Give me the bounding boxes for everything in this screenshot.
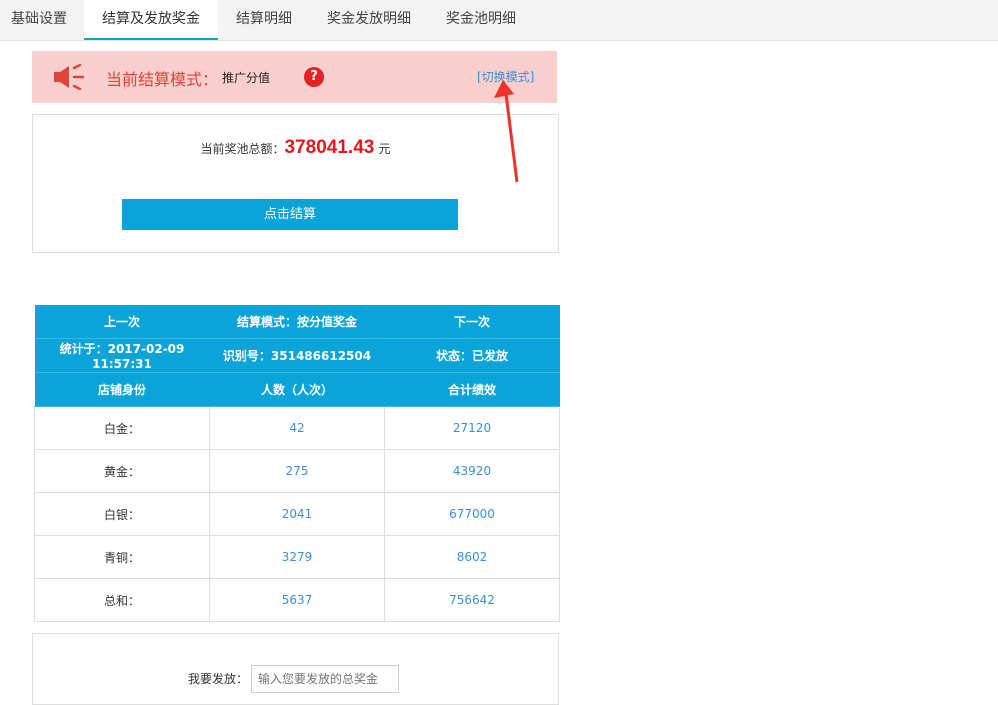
performance-cell: 27120 — [384, 406, 560, 450]
bonus-pool-panel: 当前奖池总额：378041.43 元 点击结算 — [32, 114, 559, 253]
pool-total-unit: 元 — [378, 142, 391, 156]
count-cell: 2041 — [209, 492, 385, 536]
pool-total-line: 当前奖池总额：378041.43 元 — [33, 137, 558, 159]
issue-bonus-panel: 我要发放： — [32, 633, 559, 705]
table-row: 青铜： 3279 8602 — [34, 535, 560, 579]
summary-info-row: 统计于：2017-02-09 11:57:31 识别号：351486612504… — [34, 338, 560, 373]
column-header-row: 店铺身份 人数（人次） 合计绩效 — [34, 372, 560, 407]
table-row: 黄金： 275 43920 — [34, 449, 560, 493]
annotation-arrow — [494, 80, 519, 183]
previous-label[interactable]: 上一次 — [34, 305, 210, 339]
performance-cell: 756642 — [384, 578, 560, 622]
tab-bonus-issue-details[interactable]: 奖金发放明细 — [310, 0, 428, 40]
table-row: 白金： 42 27120 — [34, 406, 560, 450]
tab-settle-and-issue[interactable]: 结算及发放奖金 — [84, 0, 218, 40]
tab-basic-settings[interactable]: 基础设置 — [0, 0, 78, 40]
settlement-summary-table: 上一次 结算模式：按分值奖金 下一次 统计于：2017-02-09 11:57:… — [34, 305, 560, 622]
settlement-mode-bar: 当前结算模式： 推广分值 ? [切换模式] — [32, 51, 557, 103]
count-cell: 3279 — [209, 535, 385, 579]
tab-settle-details[interactable]: 结算明细 — [218, 0, 310, 40]
pool-total-label: 当前奖池总额： — [200, 142, 285, 156]
mode-label: 当前结算模式： — [106, 70, 219, 89]
performance-cell: 677000 — [384, 492, 560, 536]
identity-cell: 总和： — [34, 578, 210, 622]
tab-bar: 基础设置 结算及发放奖金 结算明细 奖金发放明细 奖金池明细 — [0, 0, 998, 41]
performance-cell: 43920 — [384, 449, 560, 493]
mode-value: 推广分值 — [222, 71, 271, 85]
help-icon[interactable]: ? — [304, 67, 324, 87]
table-row: 白银： 2041 677000 — [34, 492, 560, 536]
count-cell: 275 — [209, 449, 385, 493]
pool-total-amount: 378041.43 — [284, 137, 375, 158]
col-header-performance: 合计绩效 — [384, 372, 560, 407]
count-cell: 5637 — [209, 578, 385, 622]
identity-cell: 白金： — [34, 406, 210, 450]
next-label[interactable]: 下一次 — [384, 305, 560, 339]
settlement-mode-label: 结算模式：按分值奖金 — [209, 305, 385, 339]
table-row-total: 总和： 5637 756642 — [34, 578, 560, 622]
status: 状态：已发放 — [384, 338, 560, 373]
speaker-icon — [54, 64, 85, 90]
settle-button[interactable]: 点击结算 — [122, 199, 458, 230]
identity-cell: 青铜： — [34, 535, 210, 579]
tab-bonus-pool-details[interactable]: 奖金池明细 — [428, 0, 534, 40]
issue-amount-input[interactable] — [251, 665, 399, 693]
summary-header-row: 上一次 结算模式：按分值奖金 下一次 — [34, 305, 560, 339]
col-header-identity: 店铺身份 — [34, 372, 210, 407]
identity-cell: 白银： — [34, 492, 210, 536]
identifier: 识别号：351486612504 — [209, 338, 385, 373]
col-header-count: 人数（人次） — [209, 372, 385, 407]
performance-cell: 8602 — [384, 535, 560, 579]
identity-cell: 黄金： — [34, 449, 210, 493]
issue-label: 我要发放： — [188, 672, 249, 686]
stat-time: 统计于：2017-02-09 11:57:31 — [34, 338, 210, 373]
count-cell: 42 — [209, 406, 385, 450]
